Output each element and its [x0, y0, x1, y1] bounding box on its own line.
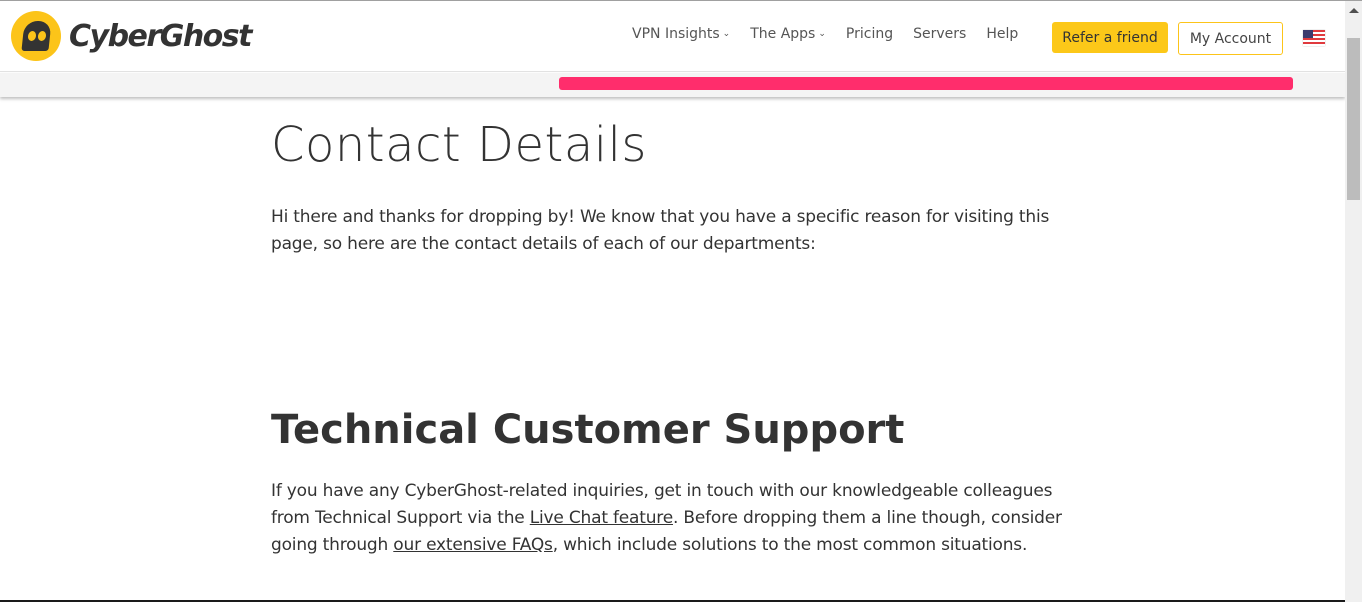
nav-label: VPN Insights: [632, 26, 720, 42]
my-account-button[interactable]: My Account: [1178, 22, 1283, 55]
us-flag-icon[interactable]: [1303, 30, 1325, 46]
nav-the-apps[interactable]: The Apps ⌄: [750, 26, 826, 42]
flag-canton: [1303, 30, 1313, 38]
refer-a-friend-button[interactable]: Refer a friend: [1052, 22, 1168, 53]
promo-banner-bar[interactable]: [559, 77, 1293, 90]
nav-label: Servers: [913, 26, 967, 42]
intro-paragraph: Hi there and thanks for dropping by! We …: [271, 207, 1050, 254]
faqs-link[interactable]: our extensive FAQs: [393, 535, 553, 555]
nav-vpn-insights[interactable]: VPN Insights ⌄: [632, 26, 730, 42]
main-nav: VPN Insights ⌄ The Apps ⌄ Pricing Server…: [632, 26, 1038, 42]
chevron-down-icon: ⌄: [722, 29, 731, 39]
chevron-down-icon: ⌄: [818, 29, 826, 39]
logo-link[interactable]: CyberGhost: [11, 11, 252, 61]
nav-servers[interactable]: Servers: [913, 26, 966, 42]
section-title-technical-support: Technical Customer Support: [271, 407, 905, 453]
text-segment: , which include solutions to the most co…: [552, 535, 1028, 555]
scrollbar-thumb[interactable]: [1347, 38, 1360, 200]
main-content: Contact Details Hi there and thanks for …: [271, 110, 1071, 555]
live-chat-link[interactable]: Live Chat feature: [530, 508, 673, 528]
vertical-scrollbar[interactable]: [1345, 1, 1362, 602]
sub-header-bar: [0, 73, 1345, 97]
nav-help[interactable]: Help: [986, 26, 1018, 42]
nav-label: Pricing: [845, 26, 894, 42]
nav-label: Help: [986, 26, 1019, 42]
section-text-technical-support: If you have any CyberGhost-related inqui…: [271, 478, 1071, 559]
nav-label: The Apps: [750, 26, 816, 42]
page-title: Contact Details: [271, 117, 647, 173]
nav-pricing[interactable]: Pricing: [846, 26, 893, 42]
scroll-up-arrow-icon[interactable]: [1349, 8, 1359, 13]
ghost-logo-icon: [11, 11, 61, 61]
logo-text: CyberGhost: [69, 18, 252, 54]
site-header: CyberGhost VPN Insights ⌄ The Apps ⌄ Pri…: [0, 1, 1345, 72]
